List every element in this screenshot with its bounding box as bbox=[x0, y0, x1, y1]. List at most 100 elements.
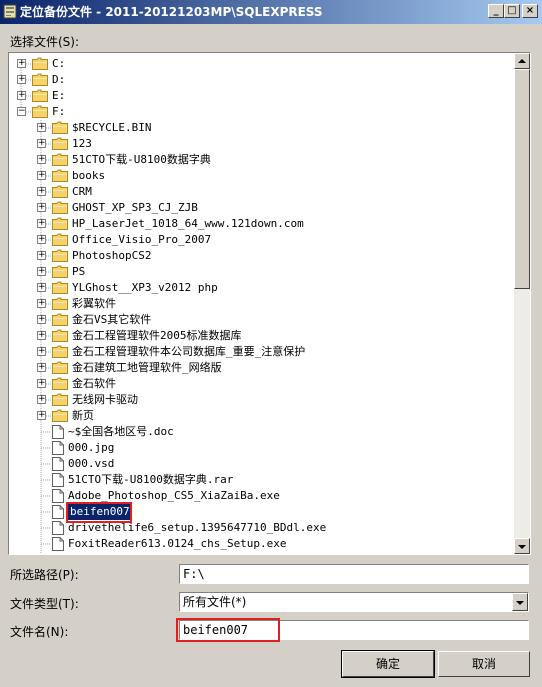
folder-icon bbox=[52, 265, 68, 278]
folder-icon bbox=[52, 185, 68, 198]
tree-folder-item[interactable]: + 彩翼软件 bbox=[9, 296, 514, 312]
tree-item-label: YLGhost__XP3_v2012 php bbox=[72, 281, 218, 294]
expand-icon[interactable]: + bbox=[37, 187, 46, 196]
tree-file-item[interactable]: 000.vsd bbox=[9, 456, 514, 472]
tree-folder-item[interactable]: + 金石软件 bbox=[9, 376, 514, 392]
expand-icon[interactable]: + bbox=[17, 75, 26, 84]
tree-folder-item[interactable]: + 新页 bbox=[9, 408, 514, 424]
scroll-up-button[interactable] bbox=[514, 53, 530, 69]
expand-icon[interactable]: + bbox=[37, 411, 46, 420]
file-type-dropdown-button[interactable] bbox=[512, 593, 528, 611]
collapse-icon[interactable]: − bbox=[17, 107, 26, 116]
tree-file-item[interactable]: 000.jpg bbox=[9, 440, 514, 456]
tree-folder-item[interactable]: + HP_LaserJet_1018_64_www.121down.com bbox=[9, 216, 514, 232]
folder-icon bbox=[52, 361, 68, 374]
tree-item-label: F: bbox=[52, 105, 66, 118]
close-button[interactable]: × bbox=[522, 4, 538, 18]
file-icon bbox=[52, 521, 64, 535]
cancel-button[interactable]: 取消 bbox=[438, 651, 530, 677]
expand-icon[interactable]: + bbox=[37, 363, 46, 372]
tree-folder-item[interactable]: + 金石建筑工地管理软件_网络版 bbox=[9, 360, 514, 376]
tree-file-item[interactable]: FoxitReader613.0124_chs_Setup.exe bbox=[9, 536, 514, 552]
tree-item-label: drivethelife6_setup.1395647710_BDdl.exe bbox=[68, 521, 327, 534]
expand-icon[interactable]: + bbox=[37, 331, 46, 340]
tree-folder-item[interactable]: + D: bbox=[9, 72, 514, 88]
tree-file-item[interactable]: beifen007 bbox=[9, 504, 514, 520]
tree-file-item[interactable]: ~$全国各地区号.doc bbox=[9, 424, 514, 440]
folder-icon bbox=[52, 393, 68, 406]
tree-folder-item[interactable]: − F: bbox=[9, 104, 514, 120]
file-tree[interactable]: + C: + D: + E: − F: + $RECYCLE.BIN +123 +51CTO下载-U8… bbox=[8, 52, 531, 555]
expand-icon[interactable]: + bbox=[37, 347, 46, 356]
folder-icon bbox=[52, 137, 68, 150]
expand-icon[interactable]: + bbox=[37, 315, 46, 324]
tree-file-item[interactable]: 51CTO下载-U8100数据字典.rar bbox=[9, 472, 514, 488]
minimize-icon: _ bbox=[493, 5, 499, 16]
tree-folder-item[interactable]: + books bbox=[9, 168, 514, 184]
tree-folder-item[interactable]: + 金石工程管理软件2005标准数据库 bbox=[9, 328, 514, 344]
expand-icon[interactable]: + bbox=[37, 171, 46, 180]
tree-folder-item[interactable]: + C: bbox=[9, 56, 514, 72]
expand-icon[interactable]: + bbox=[37, 299, 46, 308]
tree-folder-item[interactable]: + $RECYCLE.BIN bbox=[9, 120, 514, 136]
expand-icon[interactable]: + bbox=[37, 219, 46, 228]
tree-folder-item[interactable]: + PS bbox=[9, 264, 514, 280]
minimize-button[interactable]: _ bbox=[488, 4, 504, 18]
tree-file-item[interactable]: Adobe_Photoshop_CS5_XiaZaiBa.exe bbox=[9, 488, 514, 504]
folder-icon bbox=[32, 57, 48, 70]
tree-file-item[interactable]: drivethelife6_setup.1395647710_BDdl.exe bbox=[9, 520, 514, 536]
file-tree-content[interactable]: + C: + D: + E: − F: + $RECYCLE.BIN +123 +51CTO下载-U8… bbox=[9, 53, 514, 554]
scroll-thumb[interactable] bbox=[514, 69, 530, 289]
expand-icon[interactable]: + bbox=[37, 123, 46, 132]
expand-icon[interactable]: + bbox=[37, 395, 46, 404]
expand-icon[interactable]: + bbox=[37, 251, 46, 260]
tree-folder-item[interactable]: + E: bbox=[9, 88, 514, 104]
tree-item-label: PhotoshopCS2 bbox=[72, 249, 152, 262]
file-name-input[interactable]: beifen007 bbox=[179, 620, 529, 640]
tree-folder-item[interactable]: +51CTO下载-U8100数据字典 bbox=[9, 152, 514, 168]
tree-folder-item[interactable]: + CRM bbox=[9, 184, 514, 200]
folder-icon bbox=[52, 297, 68, 310]
tree-item-label: 彩翼软件 bbox=[72, 297, 116, 310]
tree-folder-item[interactable]: + PhotoshopCS2 bbox=[9, 248, 514, 264]
app-icon bbox=[3, 4, 17, 19]
tree-item-label: books bbox=[72, 169, 106, 182]
tree-folder-item[interactable]: + GHOST_XP_SP3_CJ_ZJB bbox=[9, 200, 514, 216]
tree-folder-item[interactable]: + 金石VS其它软件 bbox=[9, 312, 514, 328]
selected-path-field[interactable]: F:\ bbox=[179, 564, 529, 584]
expand-icon[interactable]: + bbox=[37, 235, 46, 244]
expand-icon[interactable]: + bbox=[17, 59, 26, 68]
tree-folder-item[interactable]: +123 bbox=[9, 136, 514, 152]
tree-folder-item[interactable]: + Office_Visio_Pro_2007 bbox=[9, 232, 514, 248]
selected-item-label: beifen007 bbox=[68, 504, 132, 520]
maximize-button[interactable]: □ bbox=[504, 4, 520, 18]
expand-icon[interactable]: + bbox=[37, 283, 46, 292]
scroll-down-button[interactable] bbox=[514, 538, 530, 554]
arrow-up-icon bbox=[518, 59, 526, 63]
tree-item-label: HP_LaserJet_1018_64_www.121down.com bbox=[72, 217, 304, 230]
file-type-label: 文件类型(T): bbox=[10, 597, 79, 611]
title-bar[interactable]: 定位备份文件 - 2011-20121203MP\SQLEXPRESS bbox=[0, 0, 542, 24]
expand-icon[interactable]: + bbox=[37, 379, 46, 388]
expand-icon[interactable]: + bbox=[37, 267, 46, 276]
tree-folder-item[interactable]: + 无线网卡驱动 bbox=[9, 392, 514, 408]
folder-icon bbox=[52, 121, 68, 134]
expand-icon[interactable]: + bbox=[17, 91, 26, 100]
expand-icon[interactable]: + bbox=[37, 139, 46, 148]
file-icon bbox=[52, 473, 64, 487]
file-icon bbox=[52, 505, 64, 519]
tree-item-label: 金石软件 bbox=[72, 377, 116, 390]
expand-icon[interactable]: + bbox=[37, 203, 46, 212]
ok-button[interactable]: 确定 bbox=[341, 650, 435, 678]
folder-icon bbox=[52, 217, 68, 230]
expand-icon[interactable]: + bbox=[37, 155, 46, 164]
tree-item-label: 金石VS其它软件 bbox=[72, 313, 152, 326]
tree-item-label: GHOST_XP_SP3_CJ_ZJB bbox=[72, 201, 198, 214]
vertical-scrollbar[interactable] bbox=[514, 53, 530, 554]
tree-folder-item[interactable]: + YLGhost__XP3_v2012 php bbox=[9, 280, 514, 296]
tree-item-label: $RECYCLE.BIN bbox=[72, 121, 152, 134]
chevron-down-icon bbox=[516, 601, 524, 605]
file-type-select[interactable]: 所有文件(*) bbox=[179, 592, 529, 612]
tree-folder-item[interactable]: + 金石工程管理软件本公司数据库_重要_注意保护 bbox=[9, 344, 514, 360]
file-icon bbox=[52, 425, 64, 439]
